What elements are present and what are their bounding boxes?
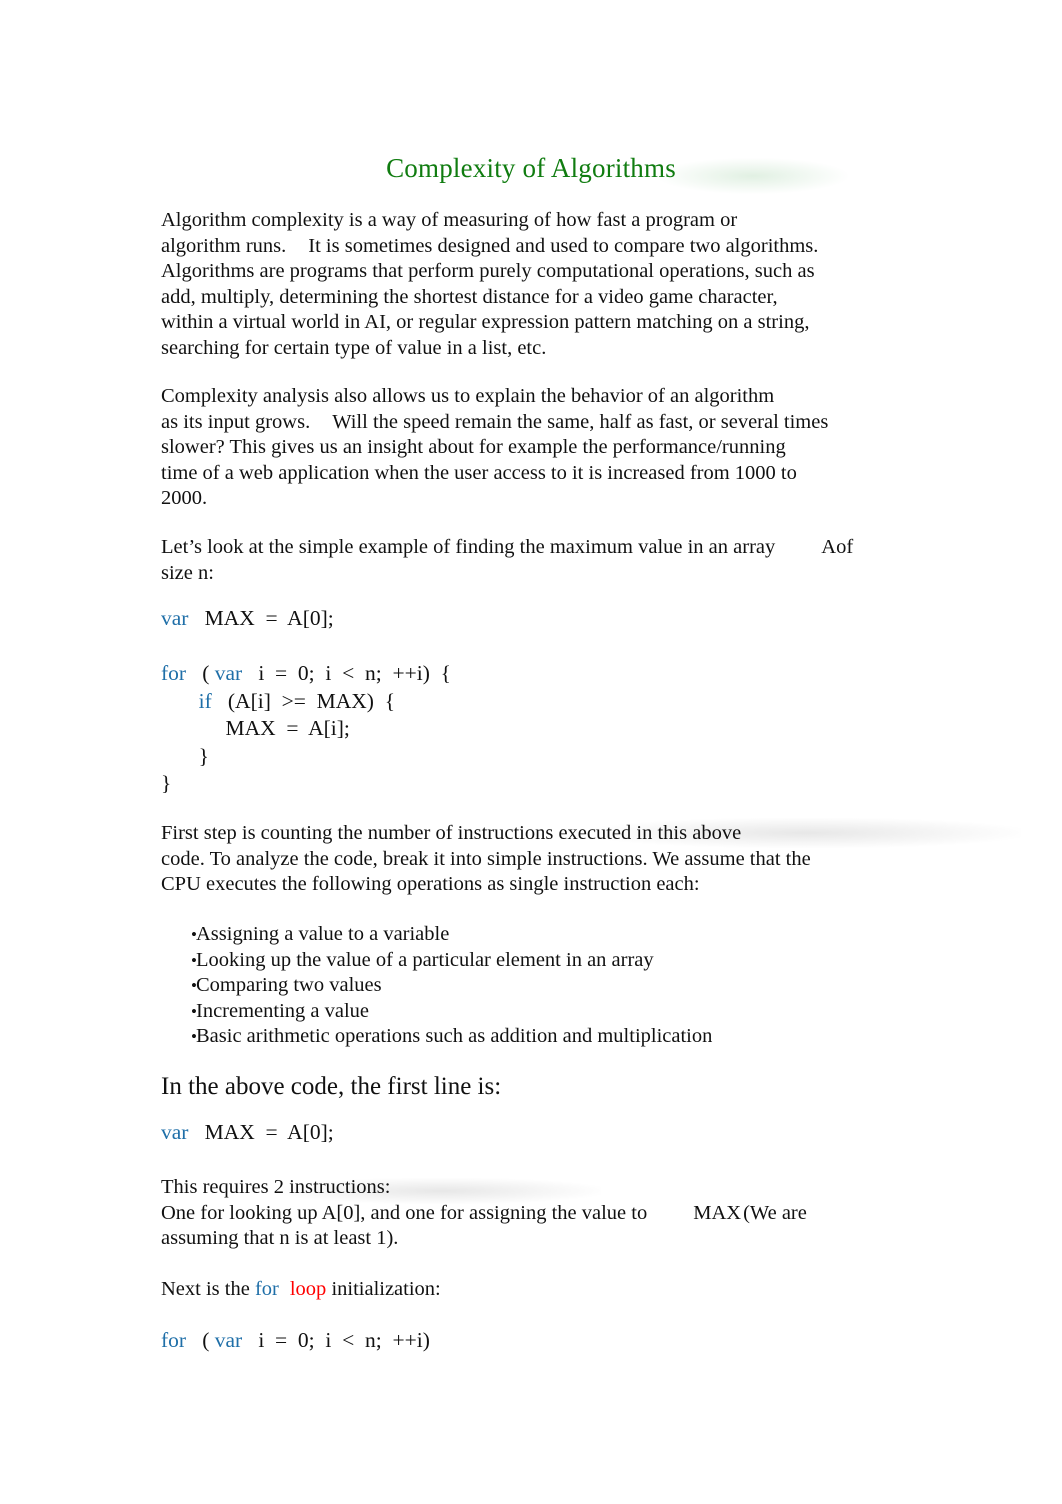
- document-page: Complexity of Algorithms Algorithm compl…: [0, 0, 1062, 1504]
- code-line-3-indent: [161, 689, 199, 713]
- paragraph-next-is-the: Next is the for loop initialization:: [161, 1277, 903, 1303]
- next-prefix: Next is the: [161, 1278, 255, 1300]
- analysis-line-1: Complexity analysis also allows us to ex…: [161, 385, 775, 407]
- counting-line-1: First step is counting the number of ins…: [161, 822, 742, 844]
- example-line-1a: Let’s look at the simple example of find…: [161, 536, 776, 558]
- variable-MAX: MAX: [693, 1201, 742, 1224]
- intro-line-5: within a virtual world in AI, or regular…: [161, 311, 810, 334]
- example-line-1c: of: [836, 536, 854, 558]
- example-line-2c: :: [208, 561, 214, 584]
- code-block-first-line: var MAX = A[0];: [161, 1119, 334, 1147]
- next-suffix: initialization:: [326, 1278, 441, 1300]
- analysis-line-3: slower? This gives us an insight about f…: [161, 436, 786, 459]
- bullet-icon: •: [191, 1001, 197, 1021]
- list-item-label: Assigning a value to a variable: [196, 923, 450, 945]
- array-name-A: A: [821, 536, 837, 558]
- list-item-label: Comparing two values: [196, 974, 382, 996]
- keyword-for: for: [161, 1328, 187, 1352]
- analysis-line-2a: as its input grows.: [161, 410, 311, 433]
- list-item: • Comparing two values: [161, 973, 903, 999]
- list-item-label: Looking up the value of a particular ele…: [196, 948, 654, 971]
- code-line-6: }: [161, 771, 172, 795]
- code-line-3-rest: (A[i] >= MAX) {: [211, 688, 396, 713]
- bullet-icon: •: [191, 1027, 197, 1046]
- bullet-icon: •: [191, 976, 197, 995]
- analysis-line-5: 2000.: [161, 487, 208, 510]
- list-item-label: Basic arithmetic operations such as addi…: [196, 1025, 713, 1047]
- intro-line-2b: It is sometimes designed and used to com…: [308, 234, 819, 257]
- for-init-mid: (: [186, 1328, 215, 1352]
- requires-line-3: assuming that n is at least 1).: [161, 1227, 399, 1250]
- requires-line-2c: (We are: [743, 1201, 807, 1224]
- section-heading-first-line: In the above code, the first line is:: [161, 1073, 502, 1100]
- page-title: Complexity of Algorithms: [386, 153, 676, 183]
- example-line-2a: size: [161, 561, 198, 584]
- code-line-1-rest: MAX = A[0];: [188, 606, 334, 630]
- analysis-line-4: time of a web application when the user …: [161, 461, 797, 484]
- list-item-label: Incrementing a value: [196, 999, 370, 1022]
- code-line-4: MAX = A[i];: [161, 716, 350, 740]
- keyword-loop-inline: loop: [289, 1278, 327, 1300]
- keyword-var-inner: var: [214, 661, 243, 685]
- intro-line-6: searching for certain type of value in a…: [161, 336, 547, 359]
- intro-line-1: Algorithm complexity is a way of measuri…: [161, 209, 738, 231]
- keyword-var: var: [161, 606, 189, 630]
- list-item: • Incrementing a value: [161, 999, 903, 1025]
- operations-bullet-list: • Assigning a value to a variable • Look…: [161, 922, 903, 1050]
- keyword-var: var: [161, 1120, 189, 1144]
- keyword-for-inline: for: [254, 1278, 279, 1300]
- list-item: • Assigning a value to a variable: [161, 922, 903, 948]
- paragraph-counting: First step is counting the number of ins…: [161, 821, 903, 898]
- requires-line-2a: One for looking up A[0], and one for ass…: [161, 1201, 648, 1224]
- code-line-2-rest: i = 0; i < n; ++i) {: [242, 661, 451, 685]
- list-item: • Basic arithmetic operations such as ad…: [161, 1024, 903, 1050]
- bullet-icon: •: [191, 925, 197, 944]
- paragraph-analysis: Complexity analysis also allows us to ex…: [161, 384, 903, 512]
- paragraph-intro: Algorithm complexity is a way of measuri…: [161, 208, 903, 362]
- code-line-2-mid: (: [186, 661, 215, 685]
- for-init-rest: i = 0; i < n; ++i): [242, 1328, 430, 1352]
- code-line-5: }: [161, 743, 209, 768]
- keyword-var: var: [214, 1328, 243, 1352]
- intro-line-3: Algorithms are programs that perform pur…: [161, 260, 815, 283]
- array-size-n: n: [198, 561, 209, 584]
- analysis-line-2b: Will the speed remain the same, half as …: [332, 410, 829, 433]
- counting-line-3: CPU executes the following operations as…: [161, 873, 700, 896]
- intro-line-4: add, multiply, determining the shortest …: [161, 285, 778, 308]
- bullet-icon: •: [191, 950, 197, 970]
- paragraph-requires: This requires 2 instructions: One for lo…: [161, 1175, 903, 1252]
- code-first-line-rest: MAX = A[0];: [188, 1120, 334, 1144]
- counting-line-2: code. To analyze the code, break it into…: [161, 847, 811, 870]
- code-block-for-init: for ( var i = 0; i < n; ++i): [161, 1327, 430, 1355]
- requires-line-1: This requires 2 instructions:: [161, 1176, 391, 1198]
- code-block-max-algorithm: var MAX = A[0];: [161, 605, 334, 633]
- keyword-for: for: [161, 661, 187, 685]
- list-item: • Looking up the value of a particular e…: [161, 948, 903, 974]
- code-block-for-loop: for ( var i = 0; i < n; ++i) { if (A[i] …: [161, 660, 451, 798]
- intro-line-2a: algorithm runs.: [161, 234, 287, 257]
- keyword-if: if: [198, 688, 212, 713]
- paragraph-example-intro: Let’s look at the simple example of find…: [161, 535, 903, 586]
